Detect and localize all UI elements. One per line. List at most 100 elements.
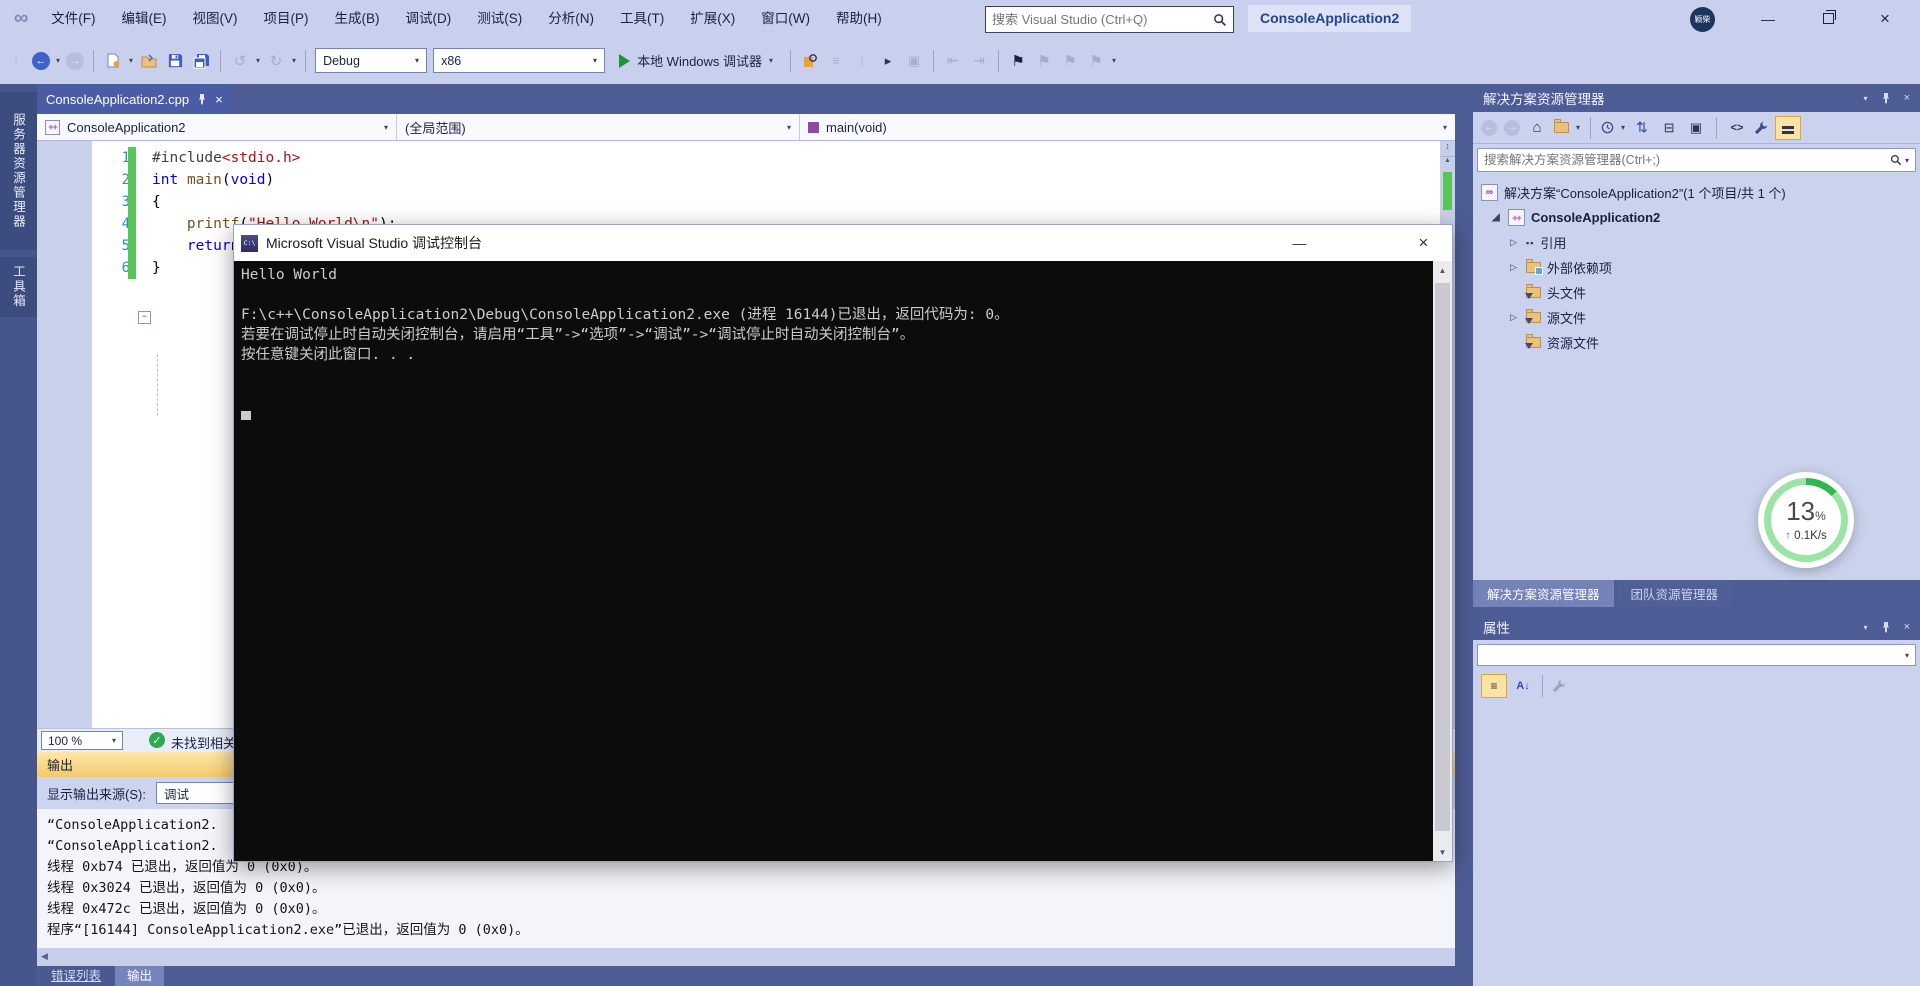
tree-row-external-dependencies[interactable]: ▷ 外部依赖项 <box>1510 255 1612 280</box>
console-scrollbar[interactable]: ▲ ▼ <box>1433 261 1452 861</box>
quick-search-box[interactable] <box>985 6 1234 33</box>
console-scroll-thumb[interactable] <box>1435 283 1450 831</box>
scrollbar-split-handle[interactable]: ↕ <box>1440 141 1455 157</box>
properties-title-bar[interactable]: 属性 ▾ × <box>1473 613 1920 641</box>
menu-file[interactable]: 文件(F) <box>38 0 108 37</box>
search-input[interactable] <box>986 12 1213 27</box>
toggle-bookmark-icon[interactable]: ⚑ <box>1008 51 1028 71</box>
copy-path-icon[interactable]: ▣ <box>1686 118 1706 138</box>
alphabetical-sort-icon[interactable]: A↓ <box>1513 676 1533 696</box>
menu-test[interactable]: 测试(S) <box>464 0 535 37</box>
breakpoint-margin[interactable] <box>37 141 92 728</box>
bookmark-dropdown[interactable]: ▾ <box>1112 56 1116 65</box>
hot-reload-icon[interactable]: ≡ <box>826 51 846 71</box>
console-output[interactable]: Hello World F:\c++\ConsoleApplication2\D… <box>234 261 1452 861</box>
tab-error-list[interactable]: 错误列表 <box>39 966 114 986</box>
collapsed-arrow-icon[interactable]: ▷ <box>1510 262 1520 273</box>
property-pages-wrench-icon[interactable] <box>1552 679 1566 693</box>
solution-explorer-title-bar[interactable]: 解决方案资源管理器 ▾ × <box>1473 84 1920 112</box>
code-line[interactable]: #include<stdio.h> <box>152 147 396 169</box>
next-bookmark-icon[interactable]: ⚑ <box>1060 51 1080 71</box>
tree-row-resource-files[interactable]: 资源文件 <box>1510 330 1599 355</box>
tab-team-explorer[interactable]: 团队资源管理器 <box>1616 580 1733 607</box>
member-dropdown[interactable]: main(void) ▾ <box>800 114 1455 140</box>
new-file-dropdown[interactable]: ▾ <box>129 56 133 65</box>
expanded-arrow-icon[interactable]: ◢ <box>1492 212 1502 223</box>
menu-debug[interactable]: 调试(D) <box>393 0 465 37</box>
solution-configuration-combo[interactable]: Debug ▾ <box>315 48 428 73</box>
window-menu-caret-icon[interactable]: ▾ <box>1864 94 1868 103</box>
menu-tools[interactable]: 工具(T) <box>607 0 677 37</box>
scroll-left-icon[interactable]: ◀ <box>41 951 48 962</box>
undo-dropdown[interactable]: ▾ <box>256 56 260 65</box>
project-dropdown[interactable]: ++ ConsoleApplication2 ▾ <box>37 114 397 140</box>
sidebar-tab-toolbox[interactable]: 工具箱 <box>0 257 37 317</box>
minimize-button[interactable]: — <box>1745 0 1791 37</box>
se-back-button[interactable]: ← <box>1481 119 1497 136</box>
console-minimize-button[interactable]: — <box>1277 229 1322 257</box>
redo-dropdown[interactable]: ▾ <box>292 56 296 65</box>
navigate-back-dropdown[interactable]: ▾ <box>56 56 60 65</box>
download-progress-widget[interactable]: 13% ↑ 0.1K/s <box>1758 472 1854 568</box>
outdent-icon[interactable]: ⇤ <box>943 51 963 71</box>
properties-wrench-icon[interactable] <box>1754 121 1768 135</box>
code-line[interactable]: int main(void) <box>152 169 396 191</box>
switch-views-caret-icon[interactable]: ▾ <box>1576 123 1580 132</box>
tree-row-header-files[interactable]: 头文件 <box>1510 280 1586 305</box>
collapsed-arrow-icon[interactable]: ▷ <box>1510 312 1520 323</box>
close-button[interactable]: × <box>1862 0 1908 37</box>
tree-row-solution[interactable]: ∞ 解决方案“ConsoleApplication2”(1 个项目/共 1 个) <box>1481 180 1786 205</box>
pin-icon[interactable] <box>1881 92 1891 104</box>
window-menu-caret-icon[interactable]: ▾ <box>1864 623 1868 632</box>
user-avatar[interactable]: 颖柴 <box>1690 7 1715 32</box>
attach-to-process-icon[interactable] <box>800 51 820 71</box>
console-title-bar[interactable]: C:\ Microsoft Visual Studio 调试控制台 <box>234 225 1452 261</box>
show-all-files-button[interactable] <box>1775 115 1802 140</box>
selection-pointer-icon[interactable]: ▸ <box>878 51 898 71</box>
tab-solution-explorer[interactable]: 解决方案资源管理器 <box>1473 580 1614 607</box>
search-icon[interactable] <box>1213 13 1233 27</box>
menu-help[interactable]: 帮助(H) <box>823 0 895 37</box>
solution-platform-combo[interactable]: x86 ▾ <box>433 48 606 73</box>
clear-bookmarks-icon[interactable]: ⚑ <box>1086 51 1106 71</box>
pending-changes-icon[interactable] <box>1601 121 1614 134</box>
switch-views-icon[interactable] <box>1554 119 1569 133</box>
restore-button[interactable] <box>1805 0 1851 37</box>
sync-with-active-document-icon[interactable]: ⇅ <box>1632 118 1652 138</box>
code-line[interactable]: { <box>152 191 396 213</box>
menu-build[interactable]: 生成(B) <box>322 0 393 37</box>
sidebar-tab-server-explorer[interactable]: 服务器资源管理器 <box>0 92 37 250</box>
debug-console-window[interactable]: C:\ Microsoft Visual Studio 调试控制台 — × He… <box>233 224 1453 862</box>
save-all-button[interactable] <box>191 51 211 71</box>
categorized-button[interactable]: ≡ <box>1481 674 1507 698</box>
collapse-all-icon[interactable]: ⊟ <box>1659 118 1679 138</box>
undo-button[interactable]: ↺ <box>230 51 250 71</box>
menu-window[interactable]: 窗口(W) <box>748 0 823 37</box>
menu-extensions[interactable]: 扩展(X) <box>677 0 748 37</box>
scope-dropdown[interactable]: (全局范围) ▾ <box>397 114 800 140</box>
se-search-box[interactable]: ▾ <box>1477 148 1916 172</box>
console-scroll-up-icon[interactable]: ▲ <box>1433 261 1452 279</box>
indent-icon[interactable]: ⇥ <box>969 51 989 71</box>
tab-output[interactable]: 输出 <box>115 966 165 986</box>
open-file-button[interactable] <box>139 51 159 71</box>
menu-view[interactable]: 视图(V) <box>180 0 251 37</box>
search-icon[interactable] <box>1890 154 1905 166</box>
editor-zoom-combo[interactable]: 100 % ▾ <box>41 731 123 750</box>
pin-icon[interactable] <box>197 93 207 105</box>
close-icon[interactable]: × <box>1904 621 1910 633</box>
se-forward-button[interactable]: → <box>1504 119 1520 136</box>
document-tab[interactable]: ConsoleApplication2.cpp × <box>37 84 229 114</box>
pin-icon[interactable] <box>1881 621 1891 633</box>
output-horizontal-scrollbar[interactable]: ◀ <box>37 948 1455 966</box>
properties-object-combo[interactable]: ▾ <box>1477 644 1916 666</box>
tree-row-references[interactable]: ▷ ▪▪ 引用 <box>1510 230 1566 255</box>
pending-changes-caret-icon[interactable]: ▾ <box>1621 123 1625 132</box>
se-search-input[interactable] <box>1478 153 1890 167</box>
previous-bookmark-icon[interactable]: ⚑ <box>1034 51 1054 71</box>
panel-splitter[interactable] <box>1455 84 1473 986</box>
copy-icon[interactable]: ▣ <box>904 51 924 71</box>
collapsed-arrow-icon[interactable]: ▷ <box>1510 237 1520 248</box>
close-tab-icon[interactable]: × <box>215 92 223 107</box>
tree-row-source-files[interactable]: ▷ 源文件 <box>1510 305 1586 330</box>
